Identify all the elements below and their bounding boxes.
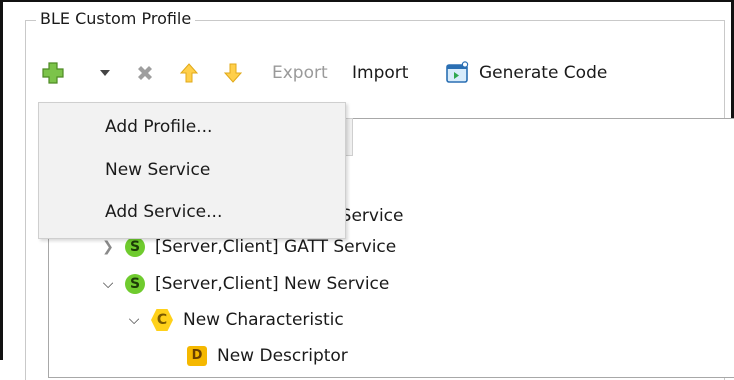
profile-toolbar: Export Import Generate Code [40,58,680,88]
add-button[interactable] [40,58,66,88]
menu-item-new-service[interactable]: New Service [105,160,210,180]
delete-x-icon [138,66,152,80]
add-dropdown-menu: Add Profile... New Service Add Service..… [38,102,346,239]
move-down-arrow-icon [223,63,243,83]
tree-row-label: New Descriptor [217,346,348,366]
export-label: Export [272,63,328,83]
window-frame-left [0,0,3,360]
import-label: Import [352,63,409,83]
menu-item-add-service[interactable]: Add Service... [105,202,222,222]
generate-code-button[interactable]: Generate Code [445,58,607,88]
tree-row-new-descriptor[interactable]: D New Descriptor [179,341,348,371]
move-down-button[interactable] [221,58,245,88]
service-badge-icon: S [125,274,145,294]
service-badge-icon: S [125,237,145,257]
generate-code-label: Generate Code [479,63,608,83]
delete-button[interactable] [134,58,156,88]
dropdown-arrow-icon [100,70,110,76]
tree-row-new-characteristic[interactable]: ⌵ C New Characteristic [125,305,344,335]
chevron-down-icon[interactable]: ⌵ [125,312,143,328]
group-title: BLE Custom Profile [36,9,196,28]
green-plus-icon [42,62,64,84]
tree-row-label: [Server,Client] New Service [155,274,390,294]
chevron-down-icon[interactable]: ⌵ [99,276,117,292]
characteristic-badge-icon: C [151,309,173,331]
generate-code-icon [446,61,469,83]
move-up-button[interactable] [177,58,201,88]
tree-row-new-service[interactable]: ⌵ S [Server,Client] New Service [99,269,389,299]
window-frame-top [0,0,734,2]
chevron-right-icon[interactable]: ❯ [99,239,117,255]
export-button[interactable]: Export [272,58,328,88]
import-button[interactable]: Import [352,58,408,88]
tree-row-label: New Characteristic [183,310,344,330]
tree-row-label: [Server,Client] GATT Service [155,237,397,257]
menu-item-add-profile[interactable]: Add Profile... [105,117,212,137]
move-up-arrow-icon [179,63,199,83]
descriptor-badge-icon: D [187,346,207,366]
add-dropdown-button[interactable] [98,58,112,88]
